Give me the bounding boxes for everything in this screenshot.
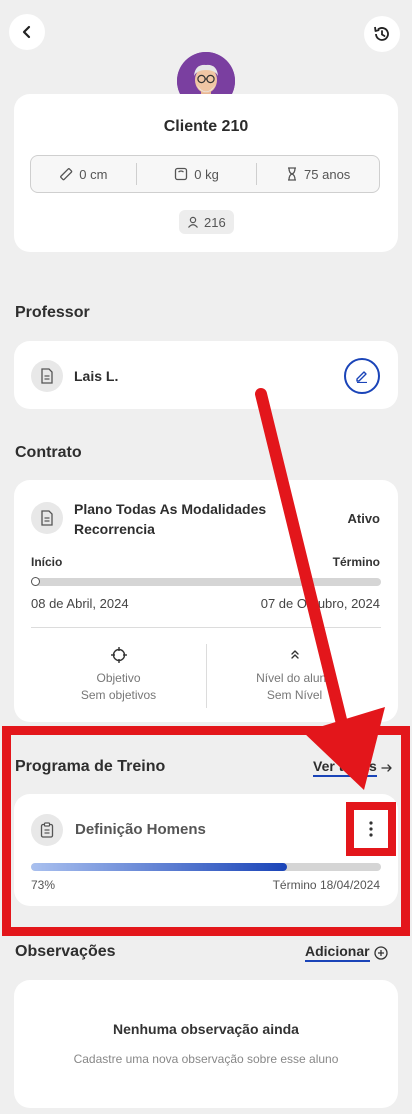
divider xyxy=(31,627,381,628)
document-icon xyxy=(41,510,53,526)
objective-label: Objetivo xyxy=(96,671,141,685)
plan-icon-chip xyxy=(31,502,63,534)
professor-card: Lais L. xyxy=(14,341,398,409)
scale-icon xyxy=(175,167,188,181)
level-block: Nível do aluno Sem Nível xyxy=(207,646,382,704)
height-stat: 0 cm xyxy=(31,167,136,182)
professor-title: Professor xyxy=(15,304,90,321)
document-icon xyxy=(41,368,53,384)
client-code: 216 xyxy=(204,214,226,230)
observations-title: Observações xyxy=(15,943,116,960)
end-label: Término xyxy=(332,555,380,569)
back-button[interactable] xyxy=(9,14,45,50)
profile-card: Cliente 210 0 cm 0 kg 75 anos 216 xyxy=(14,94,398,252)
contract-status: Ativo xyxy=(347,511,381,526)
history-button[interactable] xyxy=(364,16,400,52)
annotation-target-box xyxy=(346,802,396,856)
plan-name-line1: Plano Todas As Modalidades xyxy=(74,501,267,517)
chevron-left-icon xyxy=(22,25,31,39)
add-observation-label: Adicionar xyxy=(305,943,370,962)
height-value: 0 cm xyxy=(79,166,108,182)
professor-name: Lais L. xyxy=(74,368,119,384)
edit-professor-button[interactable] xyxy=(344,358,380,394)
objective-block: Objetivo Sem objetivos xyxy=(31,646,206,704)
double-chevron-up-icon xyxy=(290,650,299,659)
history-icon xyxy=(374,26,389,41)
weight-value: 0 kg xyxy=(194,166,219,182)
add-observation-button[interactable]: Adicionar xyxy=(305,943,388,962)
observations-card: Nenhuma observação ainda Cadastre uma no… xyxy=(14,980,398,1108)
target-icon xyxy=(110,647,127,663)
weight-stat: 0 kg xyxy=(137,167,257,182)
empty-subtitle: Cadastre uma nova observação sobre esse … xyxy=(73,1052,339,1066)
empty-title: Nenhuma observação ainda xyxy=(113,1021,299,1037)
user-icon xyxy=(188,216,198,228)
end-date: 07 de Outubro, 2024 xyxy=(260,596,380,611)
level-value: Sem Nível xyxy=(266,688,323,702)
contract-progress-dot xyxy=(31,577,40,586)
client-name: Cliente 210 xyxy=(163,118,249,135)
plus-circle-icon xyxy=(373,945,388,960)
pencil-icon xyxy=(356,371,367,383)
start-date: 08 de Abril, 2024 xyxy=(31,596,129,611)
contract-card: Plano Todas As Modalidades Recorrencia A… xyxy=(14,480,398,722)
contract-progress-track xyxy=(31,577,381,586)
plan-name-line2: Recorrencia xyxy=(74,521,155,537)
contract-title: Contrato xyxy=(15,444,82,461)
age-value: 75 anos xyxy=(304,166,351,182)
ruler-icon xyxy=(60,168,73,181)
plan-name: Plano Todas As Modalidades Recorrencia xyxy=(74,499,266,539)
age-stat: 75 anos xyxy=(257,167,379,182)
professor-avatar xyxy=(31,360,63,392)
stats-bar: 0 cm 0 kg 75 anos xyxy=(30,155,380,193)
objective-value: Sem objetivos xyxy=(80,688,157,702)
start-label: Início xyxy=(31,555,63,569)
level-label: Nível do aluno xyxy=(256,671,333,685)
hourglass-icon xyxy=(288,167,297,181)
client-code-badge: 216 xyxy=(179,210,234,234)
